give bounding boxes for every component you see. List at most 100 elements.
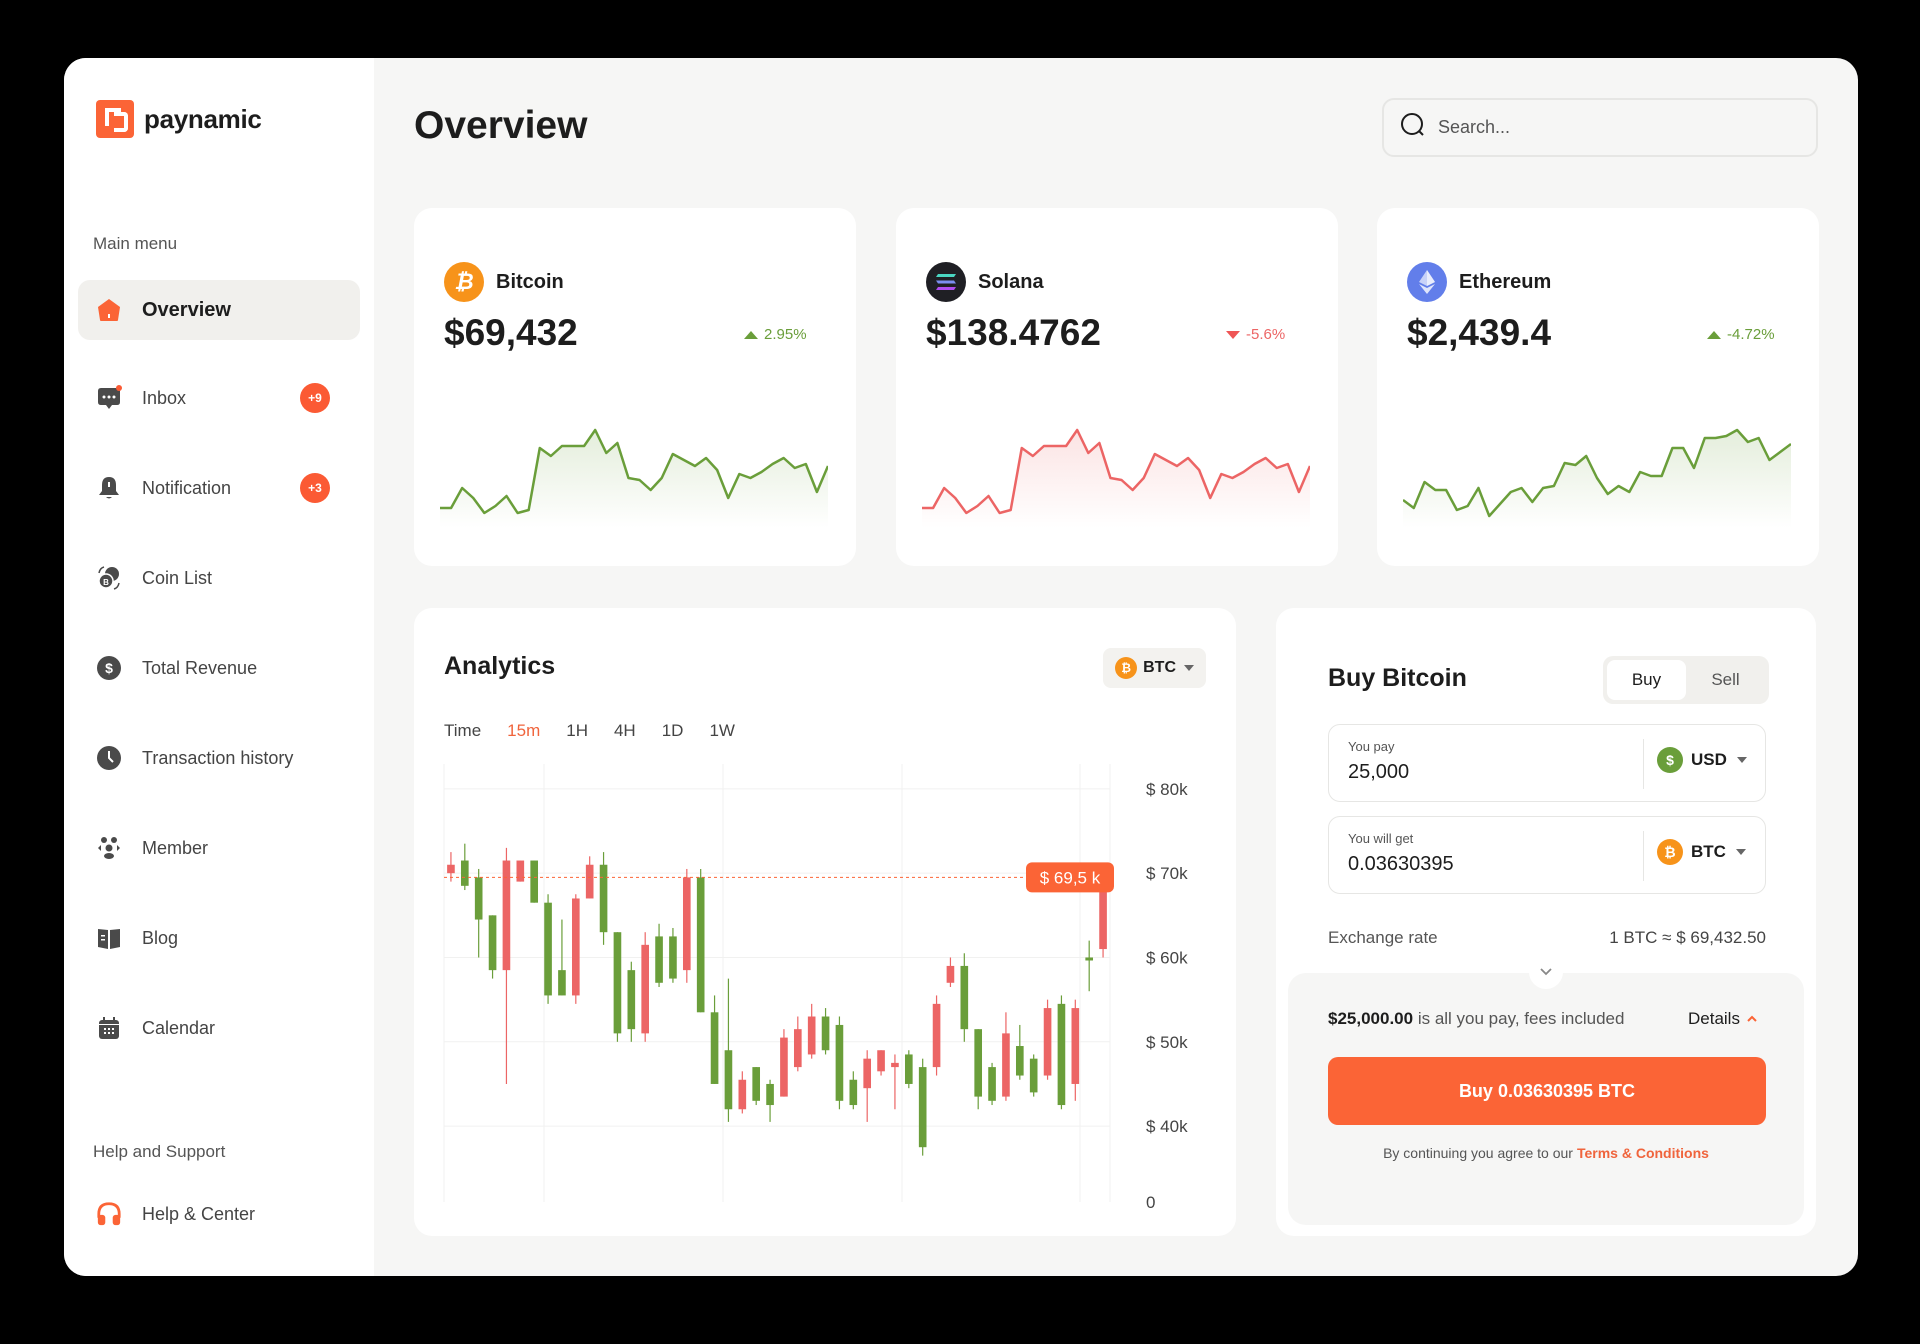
coin-name: Solana	[978, 270, 1044, 293]
sidebar-item-total-revenue[interactable]: $ Total Revenue	[78, 638, 360, 698]
y-tick-label: $ 60k	[1146, 948, 1188, 967]
tab-1h[interactable]: 1H	[566, 721, 588, 741]
candle-body	[682, 877, 691, 971]
candle-body	[1085, 957, 1094, 961]
brand-name: paynamic	[144, 103, 262, 134]
candle-body	[710, 1012, 719, 1084]
sidebar-item-coin-list[interactable]: B Coin List	[78, 548, 360, 608]
bitcoin-icon: ₿	[1657, 839, 1683, 865]
logo[interactable]: paynamic	[96, 100, 262, 138]
search-icon	[1400, 112, 1426, 143]
candlestick-chart: $ 80k$ 70k$ 60k$ 50k$ 40k012:0013:0014:0…	[443, 764, 1188, 1212]
change-value: -4.72%	[1727, 326, 1775, 343]
help-support-label: Help and Support	[93, 1142, 226, 1161]
pay-amount-input[interactable]	[1348, 761, 1628, 784]
buy-button[interactable]: Buy 0.03630395 BTC	[1328, 1057, 1766, 1125]
tab-15m[interactable]: 15m	[507, 721, 540, 741]
sidebar-item-transaction-history[interactable]: Transaction history	[78, 728, 360, 788]
sidebar-item-calendar[interactable]: Calendar	[78, 998, 360, 1058]
tab-4h[interactable]: 4H	[614, 721, 636, 741]
candle-body	[1071, 1008, 1080, 1084]
candle-body	[571, 898, 580, 996]
candle-body	[1002, 1033, 1010, 1097]
sidebar-item-label: Transaction history	[142, 747, 294, 768]
coin-price: $69,432	[444, 312, 578, 353]
y-tick-label: $ 70k	[1146, 864, 1188, 883]
bitcoin-icon: ₿	[1115, 657, 1138, 679]
tab-1w[interactable]: 1W	[709, 721, 735, 741]
clock-icon	[96, 745, 122, 771]
candle-body	[627, 970, 636, 1030]
pay-currency-select[interactable]: $ USD	[1657, 747, 1747, 773]
tab-1d[interactable]: 1D	[662, 721, 684, 741]
chevron-down-icon	[1184, 665, 1194, 671]
sparkline-chart	[1403, 428, 1791, 528]
candle-body	[585, 864, 594, 899]
home-icon	[96, 297, 122, 323]
pay-field: You pay $ USD	[1328, 724, 1766, 802]
candle-body	[516, 860, 525, 882]
main-menu-label: Main menu	[93, 234, 178, 253]
sidebar-item-inbox[interactable]: Inbox +9	[78, 368, 360, 428]
coin-card-bitcoin[interactable]: ₿ Bitcoin $69,432 2.95%	[414, 208, 856, 566]
sidebar-item-label: Blog	[142, 927, 179, 948]
candle-body	[780, 1037, 788, 1097]
sparkline-chart	[440, 428, 828, 528]
search-input[interactable]	[1438, 117, 1798, 138]
inbox-badge: +9	[300, 383, 330, 413]
get-field: You will get ₿ BTC	[1328, 816, 1766, 894]
summary-text: $25,000.00 is all you pay, fees included	[1328, 1009, 1625, 1028]
candle-body	[932, 1003, 941, 1068]
sidebar-item-notification[interactable]: Notification +3	[78, 458, 360, 518]
buy-panel: Buy Bitcoin Buy Sell You pay $ USD You w…	[1276, 608, 1816, 1236]
search-box[interactable]	[1382, 98, 1818, 157]
time-label: Time	[444, 721, 482, 740]
y-tick-label: $ 50k	[1146, 1033, 1188, 1052]
candle-body	[752, 1067, 761, 1101]
candle-body	[724, 1050, 733, 1110]
tab-buy[interactable]: Buy	[1607, 660, 1686, 700]
logo-icon	[96, 100, 134, 138]
candle-body	[988, 1067, 996, 1101]
candle-body	[918, 1067, 927, 1148]
sidebar-item-blog[interactable]: Blog	[78, 908, 360, 968]
terms-link[interactable]: Terms & Conditions	[1577, 1145, 1709, 1161]
candle-body	[1057, 1003, 1066, 1106]
candle-body	[1029, 1058, 1038, 1093]
tab-sell[interactable]: Sell	[1686, 660, 1765, 700]
pay-currency: USD	[1691, 750, 1727, 769]
expand-button[interactable]	[1529, 955, 1563, 989]
page-title: Overview	[414, 104, 588, 147]
candle-body	[641, 944, 650, 1034]
sidebar-item-label: Member	[142, 837, 209, 858]
coin-select-dropdown[interactable]: ₿ BTC	[1103, 648, 1206, 688]
coin-price: $138.4762	[926, 312, 1101, 353]
sidebar-item-overview[interactable]: Overview	[78, 280, 360, 340]
coin-name: Bitcoin	[496, 270, 564, 293]
get-currency: BTC	[1691, 842, 1726, 861]
sparkline-chart	[922, 428, 1310, 528]
ethereum-icon	[1407, 262, 1447, 302]
get-amount-input[interactable]	[1348, 853, 1628, 876]
details-toggle[interactable]: Details	[1688, 1009, 1758, 1029]
coin-card-ethereum[interactable]: Ethereum $2,439.4 -4.72%	[1377, 208, 1819, 566]
svg-text:B: B	[103, 578, 109, 587]
y-tick-label: 0	[1146, 1193, 1155, 1212]
candle-body	[558, 970, 566, 996]
change-value: 2.95%	[764, 326, 807, 343]
dollar-icon: $	[96, 655, 122, 681]
candle-body	[946, 965, 955, 983]
bell-icon	[96, 475, 122, 501]
sidebar-item-help-center[interactable]: Help & Center	[78, 1184, 360, 1244]
sidebar-item-label: Calendar	[142, 1017, 216, 1038]
chevron-down-icon	[1540, 968, 1552, 976]
timeframe-tabs: Time 15m 1H 4H 1D 1W	[444, 721, 735, 741]
get-currency-select[interactable]: ₿ BTC	[1657, 839, 1746, 865]
sidebar-item-label: Coin List	[142, 567, 213, 588]
get-label: You will get	[1348, 831, 1414, 846]
exchange-rate-row: Exchange rate 1 BTC ≈ $ 69,432.50	[1328, 928, 1766, 948]
trend-down-icon	[1226, 330, 1240, 339]
summary-amount: $25,000.00	[1328, 1009, 1414, 1028]
sidebar-item-member[interactable]: Member	[78, 818, 360, 878]
coin-card-solana[interactable]: Solana $138.4762 -5.6%	[896, 208, 1338, 566]
